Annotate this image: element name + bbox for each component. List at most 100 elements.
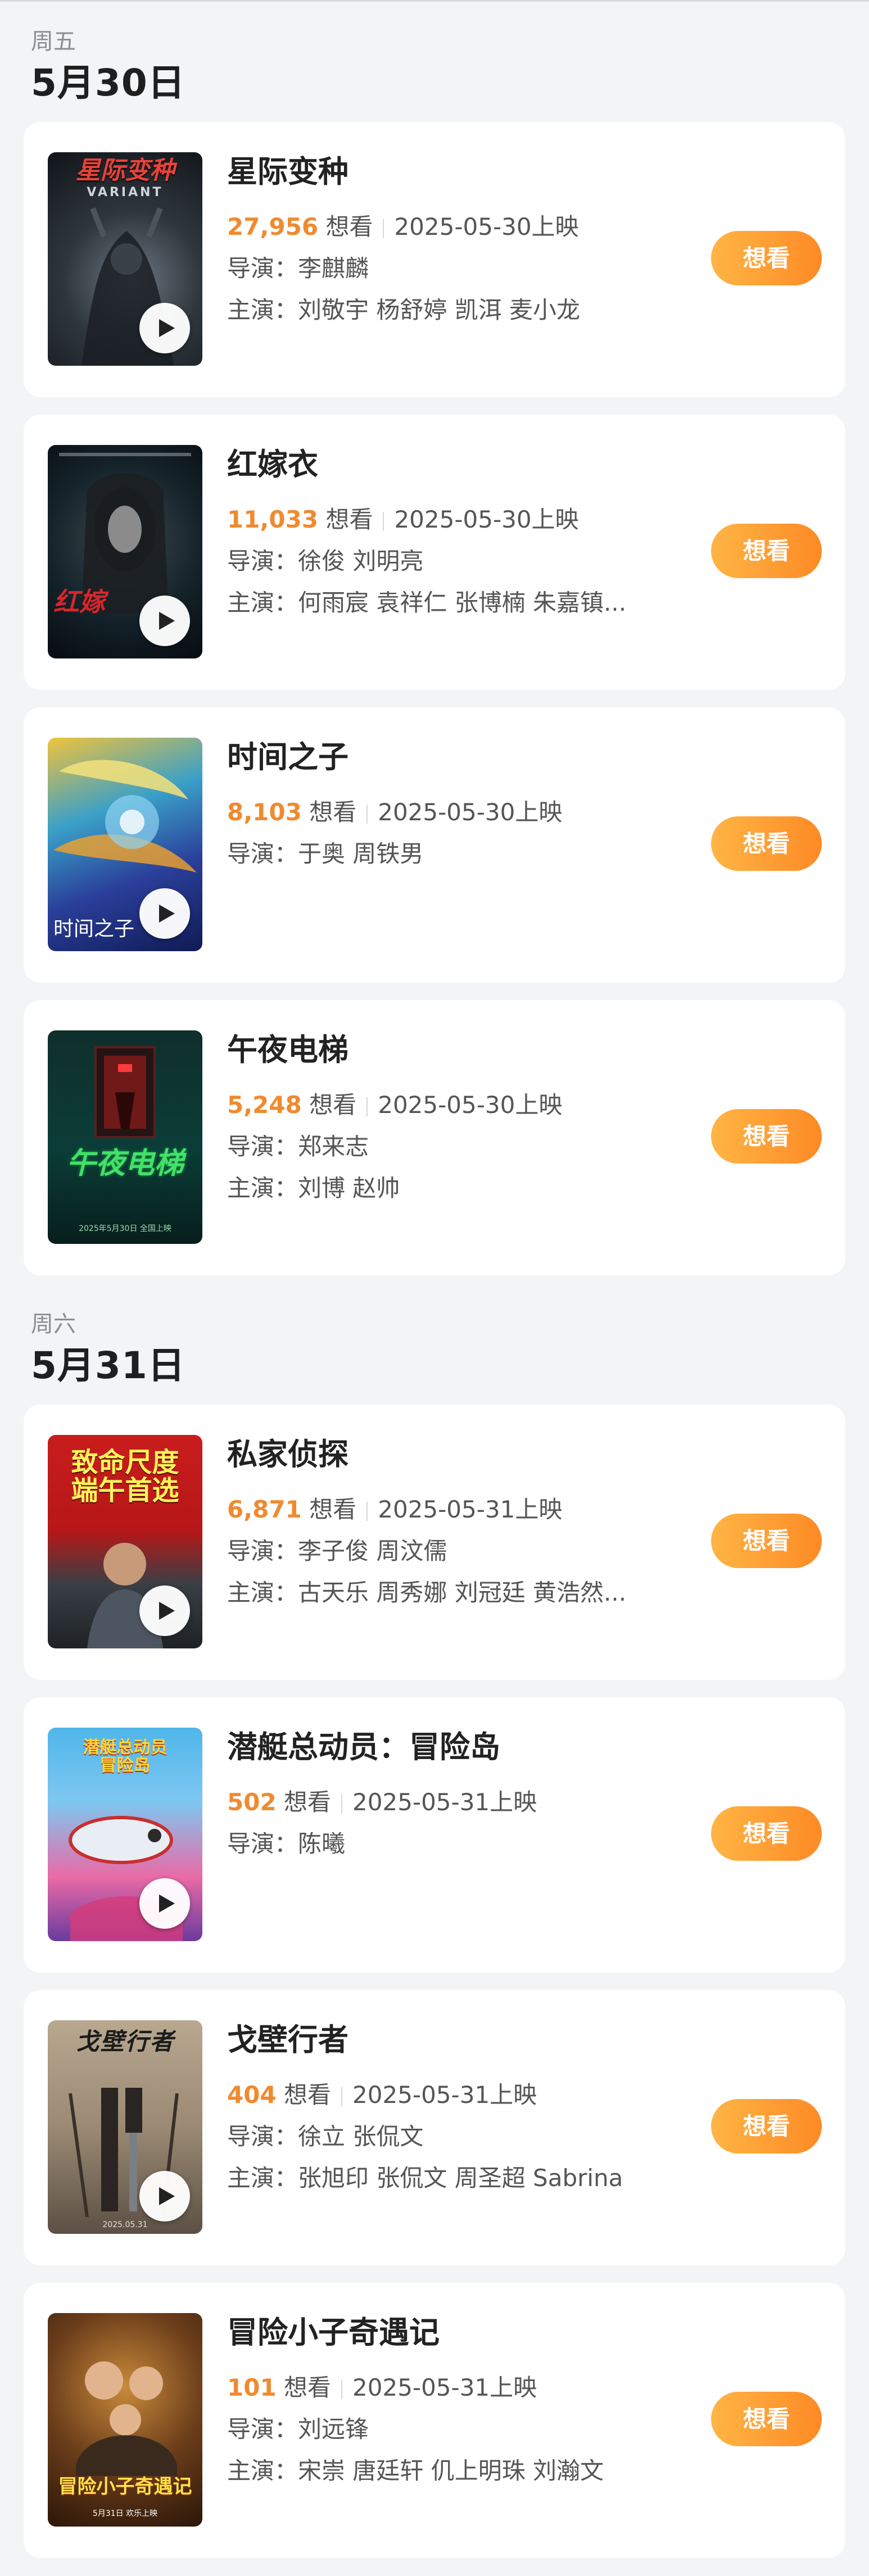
movie-poster[interactable]: 红嫁 <box>48 445 202 658</box>
want-count: 27,956 <box>227 213 319 240</box>
movie-poster[interactable]: 戈壁行者 2025.05.31 <box>48 2020 202 2234</box>
meta-divider <box>341 2379 343 2399</box>
meta-divider <box>341 1794 343 1814</box>
movie-poster[interactable]: 潜艇总动员 冒险岛 <box>48 1728 202 1941</box>
movie-director: 导演：刘远锋 <box>227 2418 369 2441</box>
movie-title[interactable]: 时间之子 <box>227 742 348 773</box>
poster-title: 时间之子 <box>53 917 135 941</box>
poster-subtitle: 5月31日 欢乐上映 <box>92 2509 158 2518</box>
movie-card[interactable]: 时间之子 时间之子 8,103 想看 2025-05-30上映 导演：于奥 周铁男… <box>24 707 845 983</box>
want-label: 想看 <box>325 506 373 533</box>
play-button[interactable] <box>139 888 190 939</box>
meta-divider <box>383 511 384 531</box>
want-to-watch-button[interactable]: 想看 <box>711 1514 822 1568</box>
movie-card[interactable]: 冒险小子奇遇记 5月31日 欢乐上映 冒险小子奇遇记 101 想看 2025-05… <box>24 2283 845 2558</box>
want-label: 想看 <box>284 1788 332 1816</box>
want-label: 想看 <box>284 2374 332 2401</box>
release-date: 2025-05-30上映 <box>394 506 579 533</box>
play-icon <box>159 319 175 337</box>
release-date: 2025-05-30上映 <box>378 798 563 826</box>
play-icon <box>159 1894 175 1912</box>
movie-director: 导演：李子俊 周汶儒 <box>227 1539 447 1563</box>
movie-title[interactable]: 潜艇总动员：冒险岛 <box>227 1732 500 1762</box>
play-icon <box>159 2187 175 2205</box>
play-icon <box>159 612 175 630</box>
movie-meta: 101 想看 2025-05-31上映 <box>227 2376 537 2400</box>
play-button[interactable] <box>139 2171 190 2221</box>
movie-poster[interactable]: 午夜电梯 2025年5月30日 全国上映 <box>48 1030 202 1244</box>
movie-director: 导演：徐立 张侃文 <box>227 2125 424 2148</box>
movie-title[interactable]: 私家侦探 <box>227 1439 348 1470</box>
play-icon <box>159 905 175 923</box>
want-label: 想看 <box>284 2081 332 2109</box>
release-date: 2025-05-31上映 <box>352 2081 537 2109</box>
movie-director: 导演：于奥 周铁男 <box>227 842 424 866</box>
want-count: 8,103 <box>227 798 302 826</box>
movie-poster[interactable]: 星际变种 VARIANT <box>48 152 202 366</box>
section-weekday: 周五 <box>31 29 76 54</box>
meta-divider <box>366 804 368 824</box>
movie-title[interactable]: 戈壁行者 <box>227 2025 348 2055</box>
movie-director: 导演：徐俊 刘明亮 <box>227 549 424 573</box>
want-label: 想看 <box>325 213 373 240</box>
want-to-watch-button[interactable]: 想看 <box>711 1806 822 1861</box>
play-button[interactable] <box>139 1585 190 1636</box>
poster-title: 红嫁 <box>53 587 105 617</box>
movie-cast: 主演：刘博 赵帅 <box>227 1176 400 1200</box>
movie-poster[interactable]: 时间之子 <box>48 738 202 951</box>
movie-card[interactable]: 潜艇总动员 冒险岛 潜艇总动员：冒险岛 502 想看 2025-05-31上映 导… <box>24 1697 845 1973</box>
movie-director: 导演：陈曦 <box>227 1832 346 1856</box>
movie-card[interactable]: 致命尺度 端午首选 私家侦探 6,871 想看 2025-05-31上映 导演：李… <box>24 1405 845 1680</box>
want-count: 6,871 <box>227 1496 302 1523</box>
movie-poster[interactable]: 致命尺度 端午首选 <box>48 1435 202 1648</box>
movie-meta: 6,871 想看 2025-05-31上映 <box>227 1498 562 1521</box>
want-to-watch-button[interactable]: 想看 <box>711 1109 822 1164</box>
movie-title[interactable]: 冒险小子奇遇记 <box>227 2318 440 2348</box>
movie-card[interactable]: 星际变种 VARIANT 星际变种 27,956 想看 2025-05-30上映 … <box>24 122 845 397</box>
want-label: 想看 <box>309 1091 357 1119</box>
play-button[interactable] <box>139 1878 190 1929</box>
movie-meta: 8,103 想看 2025-05-30上映 <box>227 801 562 824</box>
movie-cast: 主演：何雨宸 袁祥仁 张博楠 朱嘉镇... <box>227 591 627 615</box>
poster-subtitle: 2025.05.31 <box>102 2220 148 2229</box>
movie-title[interactable]: 红嫁衣 <box>227 449 318 480</box>
want-to-watch-button[interactable]: 想看 <box>711 2099 822 2154</box>
movie-director: 导演：郑来志 <box>227 1135 369 1158</box>
release-date: 2025-05-31上映 <box>378 1496 563 1523</box>
play-icon <box>159 1602 175 1620</box>
section-date: 5月30日 <box>31 61 185 105</box>
movie-cast: 主演：古天乐 周秀娜 刘冠廷 黄浩然... <box>227 1581 627 1605</box>
section-date: 5月31日 <box>31 1344 185 1387</box>
play-button[interactable] <box>139 596 190 646</box>
movie-card[interactable]: 红嫁 红嫁衣 11,033 想看 2025-05-30上映 导演：徐俊 刘明亮 主… <box>24 415 845 690</box>
want-label: 想看 <box>309 1496 357 1523</box>
movie-meta: 5,248 想看 2025-05-30上映 <box>227 1093 562 1117</box>
want-to-watch-button[interactable]: 想看 <box>711 2392 822 2446</box>
movie-poster[interactable]: 冒险小子奇遇记 5月31日 欢乐上映 <box>48 2313 202 2527</box>
movie-meta: 27,956 想看 2025-05-30上映 <box>227 215 579 239</box>
movie-title[interactable]: 午夜电梯 <box>227 1035 348 1065</box>
meta-divider <box>366 1097 368 1116</box>
want-count: 502 <box>227 1788 277 1816</box>
want-to-watch-button[interactable]: 想看 <box>711 816 822 871</box>
release-date: 2025-05-31上映 <box>352 2374 537 2401</box>
want-count: 101 <box>227 2374 277 2401</box>
movie-title[interactable]: 星际变种 <box>227 157 348 187</box>
want-label: 想看 <box>309 798 357 826</box>
movie-card[interactable]: 午夜电梯 2025年5月30日 全国上映 午夜电梯 5,248 想看 2025-0… <box>24 1000 845 1275</box>
play-button[interactable] <box>139 303 190 353</box>
movie-meta: 11,033 想看 2025-05-30上映 <box>227 508 579 531</box>
poster-subtitle: 2025年5月30日 全国上映 <box>79 1224 171 1233</box>
movie-card[interactable]: 戈壁行者 2025.05.31 戈壁行者 404 想看 2025-05-31上映 … <box>24 1990 845 2265</box>
poster-title: 午夜电梯 <box>66 1147 184 1180</box>
movie-cast: 主演：宋崇 唐廷轩 仉上明珠 刘瀚文 <box>227 2459 604 2483</box>
meta-divider <box>366 1501 368 1521</box>
want-to-watch-button[interactable]: 想看 <box>711 524 822 578</box>
release-date: 2025-05-30上映 <box>378 1091 563 1119</box>
want-to-watch-button[interactable]: 想看 <box>711 231 822 285</box>
movie-meta: 502 想看 2025-05-31上映 <box>227 1791 537 1814</box>
section-weekday: 周六 <box>31 1311 76 1337</box>
meta-divider <box>341 2087 343 2106</box>
release-date: 2025-05-31上映 <box>352 1788 537 1816</box>
meta-divider <box>383 219 384 238</box>
